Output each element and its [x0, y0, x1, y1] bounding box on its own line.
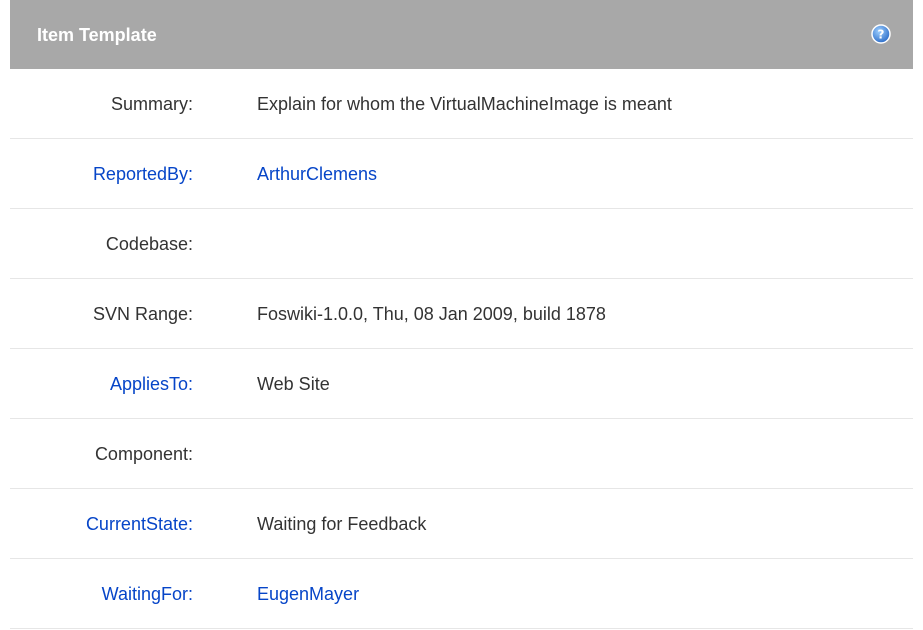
panel-header: Item Template ?	[10, 0, 913, 69]
field-label-svn-range: SVN Range:	[92, 304, 193, 324]
field-row-waitingfor: WaitingFor: EugenMayer	[10, 559, 913, 629]
field-label-appliesto-link[interactable]: AppliesTo:	[10, 373, 193, 395]
field-label-currentstate-link[interactable]: CurrentState:	[10, 513, 193, 535]
field-row-codebase: Codebase:	[10, 209, 913, 279]
field-label-codebase: Codebase:	[105, 234, 193, 254]
field-value-appliesto: Web Site	[257, 374, 330, 394]
help-icon[interactable]: ?	[871, 24, 891, 44]
field-row-appliesto: AppliesTo: Web Site	[10, 349, 913, 419]
field-label-summary: Summary:	[110, 94, 193, 114]
field-row-component: Component:	[10, 419, 913, 489]
field-value-summary: Explain for whom the VirtualMachineImage…	[257, 94, 672, 114]
field-value-svn-range: Foswiki-1.0.0, Thu, 08 Jan 2009, build 1…	[257, 304, 606, 324]
field-row-reportedby: ReportedBy: ArthurClemens	[10, 139, 913, 209]
field-list: Summary: Explain for whom the VirtualMac…	[10, 69, 913, 629]
field-label-waitingfor-link[interactable]: WaitingFor:	[10, 583, 193, 605]
panel-title: Item Template	[37, 25, 157, 45]
field-row-currentstate: CurrentState: Waiting for Feedback	[10, 489, 913, 559]
field-value-waitingfor-link[interactable]: EugenMayer	[257, 583, 359, 605]
field-row-svn-range: SVN Range: Foswiki-1.0.0, Thu, 08 Jan 20…	[10, 279, 913, 349]
field-row-summary: Summary: Explain for whom the VirtualMac…	[10, 69, 913, 139]
field-value-reportedby-link[interactable]: ArthurClemens	[257, 163, 377, 185]
field-label-component: Component:	[94, 444, 193, 464]
item-template-panel: Item Template ? Summary: Explain for who…	[10, 0, 913, 629]
field-value-currentstate: Waiting for Feedback	[257, 514, 427, 534]
svg-text:?: ?	[878, 28, 885, 42]
field-label-reportedby-link[interactable]: ReportedBy:	[10, 163, 193, 185]
